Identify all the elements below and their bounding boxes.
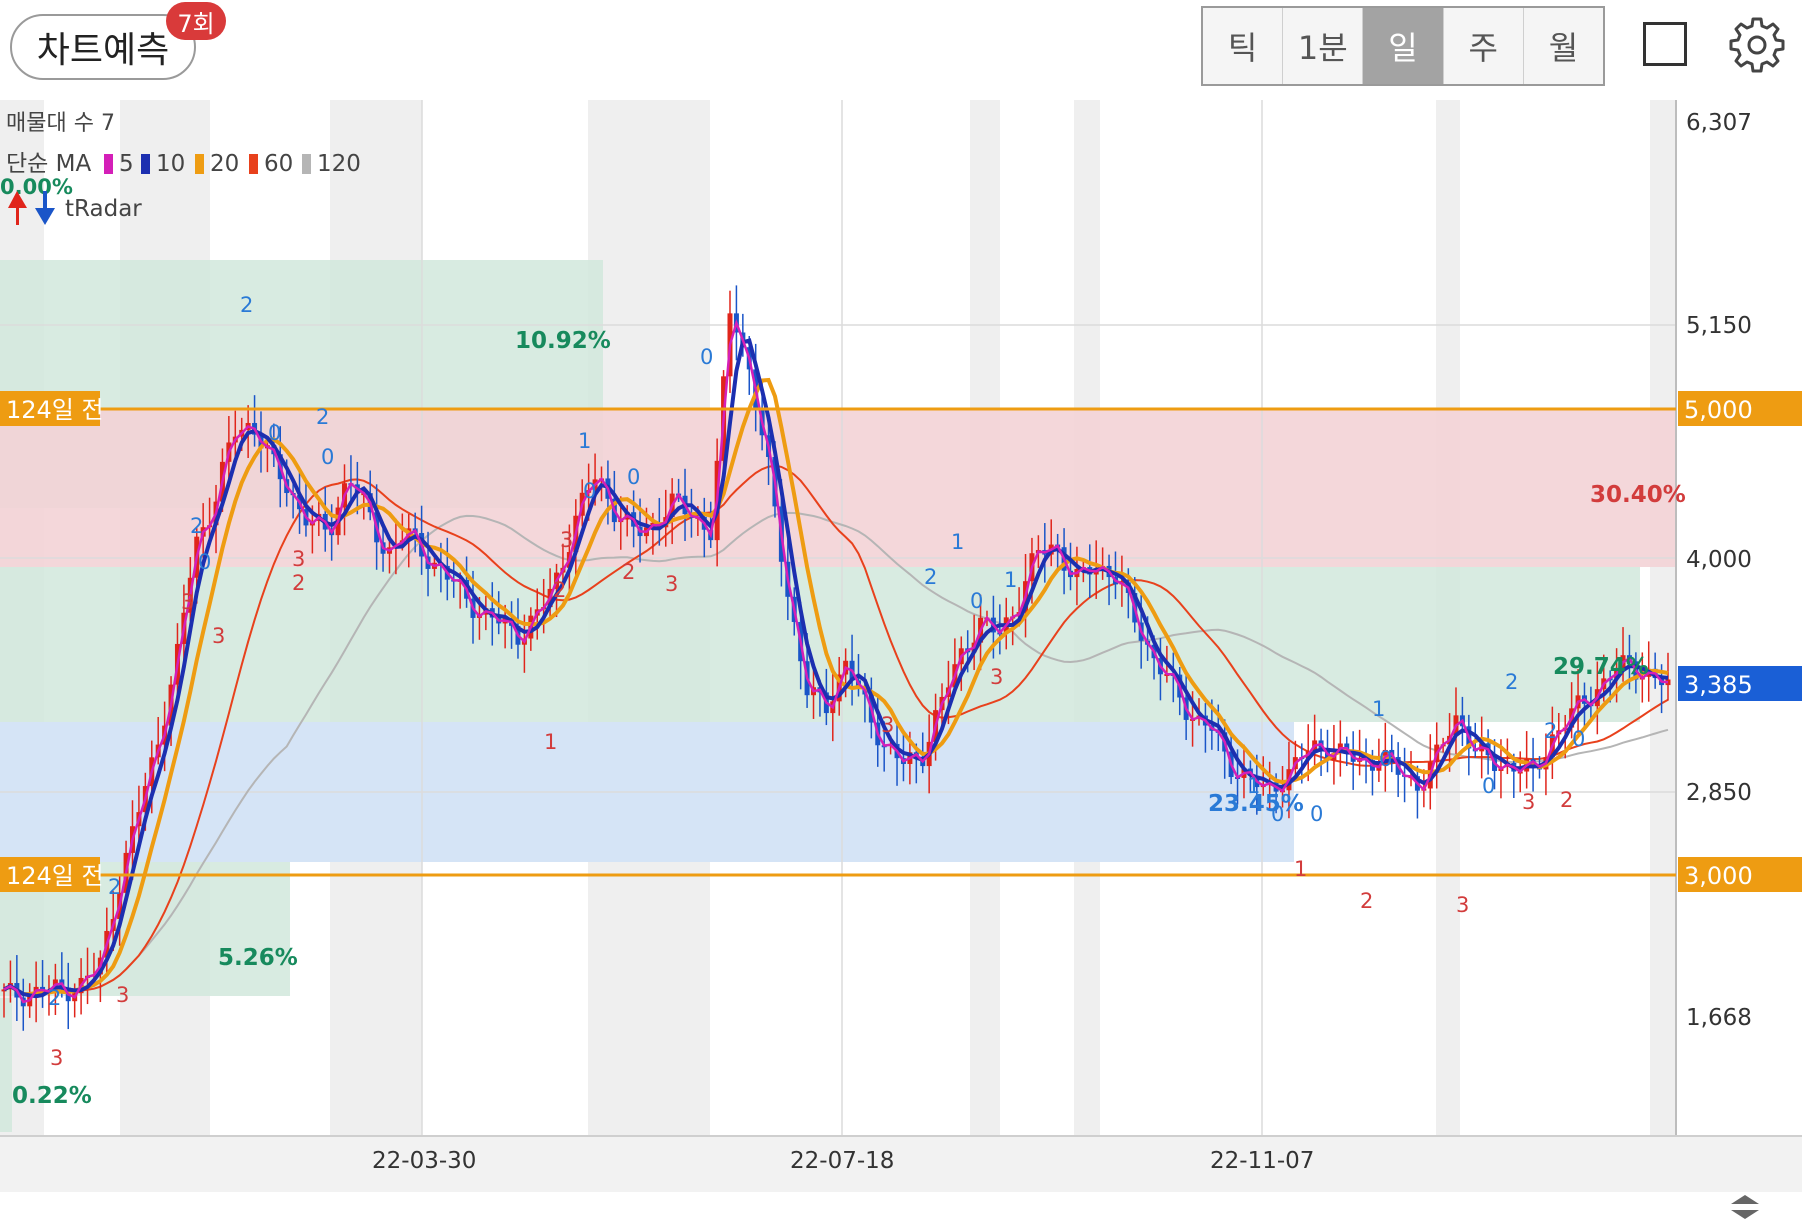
pct-label-2974: 29.74% xyxy=(1553,654,1649,680)
svg-text:3: 3 xyxy=(665,572,678,596)
date-tick-2: 22-11-07 xyxy=(1210,1148,1314,1174)
svg-text:1: 1 xyxy=(1004,568,1017,592)
level-label-lower: 124일 전 xyxy=(6,862,104,890)
svg-text:0: 0 xyxy=(700,345,713,369)
svg-text:0: 0 xyxy=(1482,774,1495,798)
price-label-5000: 5,000 xyxy=(1684,396,1753,424)
svg-text:2: 2 xyxy=(1544,719,1557,743)
top-toolbar: 차트예측 7회 틱 1분 일 주 월 xyxy=(0,0,1802,100)
pct-label-1092: 10.92% xyxy=(515,328,611,354)
price-tick-5150: 5,150 xyxy=(1686,313,1752,339)
price-label-3000: 3,000 xyxy=(1684,862,1753,890)
price-axis: 6,307 5,150 4,000 2,850 1,668 xyxy=(1686,110,1752,1031)
svg-text:3: 3 xyxy=(560,528,573,552)
ma-legend-label-5: 5 xyxy=(119,151,134,177)
svg-text:0: 0 xyxy=(1271,802,1284,826)
svg-text:0: 0 xyxy=(1379,747,1392,771)
tab-tick[interactable]: 틱 xyxy=(1203,8,1284,84)
svg-text:2: 2 xyxy=(292,571,305,595)
svg-text:3: 3 xyxy=(292,547,305,571)
tab-week[interactable]: 주 xyxy=(1443,8,1524,84)
price-tick-6307: 6,307 xyxy=(1686,110,1752,136)
level-label-upper: 124일 전 xyxy=(6,396,104,424)
svg-text:3: 3 xyxy=(1456,893,1469,917)
svg-text:0: 0 xyxy=(583,479,596,503)
svg-text:1: 1 xyxy=(578,429,591,453)
pct-label-3040: 30.40% xyxy=(1590,482,1686,508)
svg-text:2: 2 xyxy=(1560,788,1573,812)
svg-text:2: 2 xyxy=(48,986,61,1010)
price-tick-1668: 1,668 xyxy=(1686,1005,1752,1031)
date-tick-0: 22-03-30 xyxy=(372,1148,476,1174)
gear-icon[interactable] xyxy=(1728,16,1786,74)
svg-text:0: 0 xyxy=(627,465,640,489)
legend-volume-profile: 매물대 수 7 xyxy=(6,111,115,136)
svg-text:2: 2 xyxy=(553,578,566,602)
svg-text:0: 0 xyxy=(1310,802,1323,826)
predict-count-badge: 7회 xyxy=(166,2,226,40)
period-tabs: 틱 1분 일 주 월 xyxy=(1201,6,1605,86)
date-tick-1: 22-07-18 xyxy=(790,1148,894,1174)
ma-legend-label-10: 10 xyxy=(156,151,185,177)
current-price-label: 3,385 xyxy=(1684,671,1753,699)
date-axis-bg xyxy=(0,1136,1802,1192)
svg-text:2: 2 xyxy=(190,514,203,538)
svg-text:0: 0 xyxy=(970,589,983,613)
svg-text:1: 1 xyxy=(1372,697,1385,721)
tradar-percent: 0.00% xyxy=(0,175,73,199)
pct-label-526: 5.26% xyxy=(218,945,298,971)
price-tick-4000: 4,000 xyxy=(1686,547,1752,573)
svg-text:3: 3 xyxy=(116,983,129,1007)
svg-text:0: 0 xyxy=(1572,727,1585,751)
svg-text:2: 2 xyxy=(108,875,121,899)
svg-text:0: 0 xyxy=(198,550,211,574)
ma-legend-label-20: 20 xyxy=(210,151,239,177)
svg-text:1: 1 xyxy=(1294,857,1307,881)
svg-text:3: 3 xyxy=(181,590,194,614)
fullscreen-square-icon[interactable] xyxy=(1643,22,1687,66)
svg-text:3: 3 xyxy=(212,624,225,648)
price-chart[interactable]: 124일 전 124일 전 10.92% 30.40% 29.74% 23.45… xyxy=(0,100,1802,1226)
svg-text:3: 3 xyxy=(50,1046,63,1070)
svg-text:0: 0 xyxy=(321,445,334,469)
svg-text:2: 2 xyxy=(316,405,329,429)
pct-label-022: 0.22% xyxy=(12,1083,92,1109)
ma-legend-label-60: 60 xyxy=(264,151,293,177)
tab-day[interactable]: 일 xyxy=(1363,8,1444,84)
svg-text:3: 3 xyxy=(1522,790,1535,814)
svg-text:1: 1 xyxy=(544,730,557,754)
tradar-label: tRadar xyxy=(65,196,142,222)
chart-predict-label: 차트예측 xyxy=(36,30,170,71)
svg-text:3: 3 xyxy=(990,665,1003,689)
svg-text:1: 1 xyxy=(951,530,964,554)
svg-text:3: 3 xyxy=(881,713,894,737)
svg-text:0: 0 xyxy=(268,421,281,445)
tab-month[interactable]: 월 xyxy=(1523,8,1604,84)
ma-legend-label-120: 120 xyxy=(317,151,361,177)
svg-text:2: 2 xyxy=(924,565,937,589)
svg-text:2: 2 xyxy=(622,560,635,584)
ma-legend-items: 5 10 20 60 120 xyxy=(104,151,361,177)
svg-text:1: 1 xyxy=(1247,774,1260,798)
volume-zone-green-bottom xyxy=(0,998,12,1132)
legend-ma-prefix: 단순 MA xyxy=(6,151,91,177)
svg-text:2: 2 xyxy=(1360,889,1373,913)
scroll-toggle-icon[interactable] xyxy=(1728,1192,1762,1222)
shade-band xyxy=(1650,100,1676,1136)
price-tick-2850: 2,850 xyxy=(1686,780,1752,806)
svg-text:2: 2 xyxy=(1505,670,1518,694)
svg-text:2: 2 xyxy=(240,293,253,317)
tab-1min[interactable]: 1분 xyxy=(1283,8,1364,84)
